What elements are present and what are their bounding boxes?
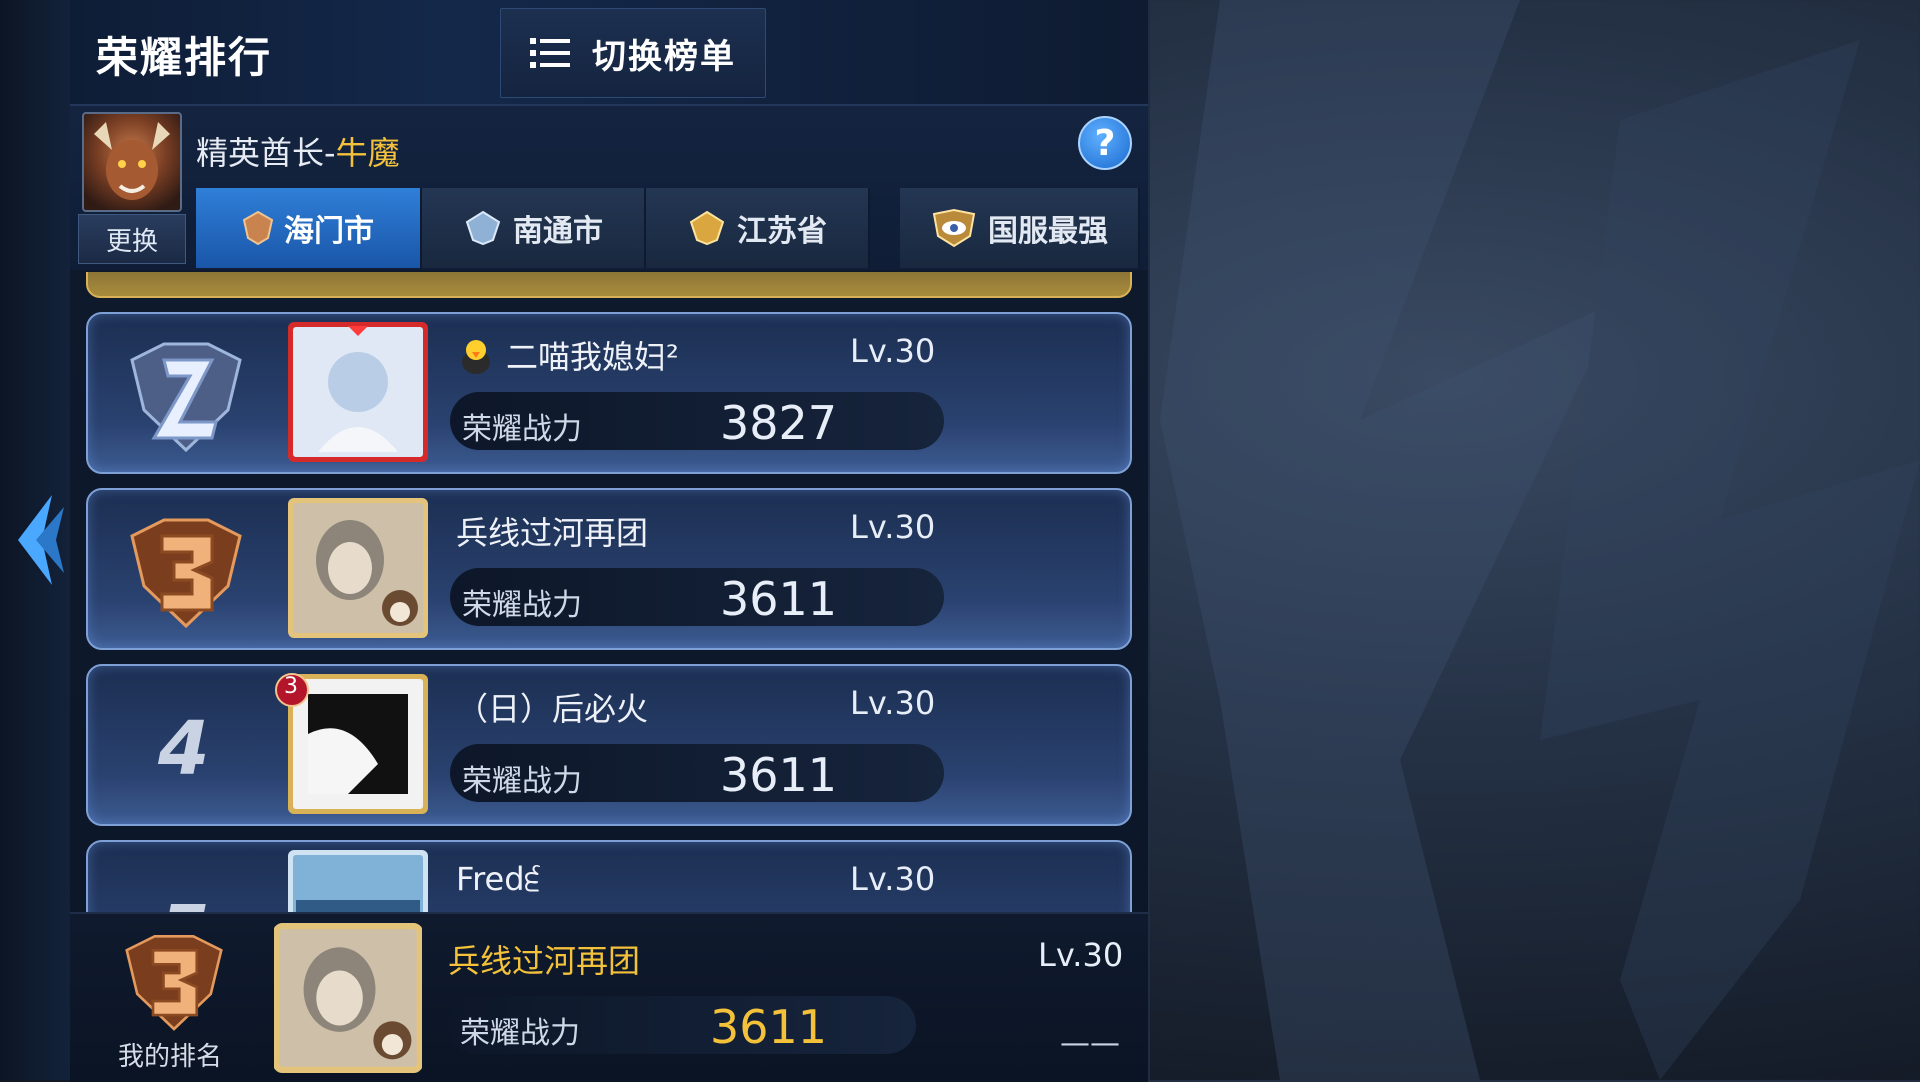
my-power-label: 荣耀战力: [460, 1016, 580, 1051]
top-bar: 荣耀排行 切换榜单: [70, 0, 1148, 106]
tab-district-label: 南通市: [513, 214, 603, 249]
player-level: Lv.30: [850, 508, 936, 546]
rank-change-indicator: ——: [1060, 1026, 1120, 1061]
my-rank-label: 我的排名: [118, 1042, 223, 1072]
rank-row[interactable]: 2 二喵我媳妇² Lv.30 荣耀战力 3827: [86, 312, 1132, 474]
rank-1-row-peek: [86, 272, 1132, 298]
rank-row[interactable]: 5 Fred੬ Lv.30: [86, 840, 1132, 912]
my-power-value: 3611: [710, 1000, 828, 1054]
hero-name: 牛魔: [335, 134, 400, 172]
player-level: Lv.30: [850, 684, 936, 722]
background-emblem: [1160, 0, 1920, 1080]
list-icon: [530, 38, 570, 68]
switch-board-label: 切换榜单: [592, 36, 736, 77]
my-rank-badge-icon: [125, 934, 223, 1031]
tab-national[interactable]: 国服最强: [900, 188, 1140, 268]
player-avatar[interactable]: [288, 322, 428, 462]
power-label: 荣耀战力: [462, 764, 582, 799]
player-name: 兵线过河再团: [456, 514, 649, 552]
tab-district[interactable]: 南通市: [422, 188, 646, 268]
my-player-name: 兵线过河再团: [448, 942, 641, 980]
power-pill: 荣耀战力 3611: [450, 744, 944, 802]
eye-crest-icon: [932, 208, 976, 248]
hero-header: 更换 精英酋长-牛魔 ? 海门市 南通市 江苏省 国服最强: [70, 106, 1148, 270]
power-value: 3827: [720, 396, 838, 450]
page-title: 荣耀排行: [96, 33, 273, 82]
silver-shield-icon: [465, 210, 501, 246]
player-name: Fred੬: [456, 860, 541, 898]
my-player-level: Lv.30: [1038, 936, 1124, 974]
gold-shield-icon: [689, 210, 725, 246]
player-name: 二喵我媳妇²: [506, 338, 679, 376]
power-value: 3611: [720, 748, 838, 802]
help-button[interactable]: ?: [1078, 116, 1132, 170]
my-rank-bar: 3 我的排名 兵线过河再团 Lv.30 荣耀战力 3611 ——: [70, 912, 1148, 1082]
bronze-shield-icon: [242, 210, 274, 246]
hero-portrait-icon: [94, 122, 170, 200]
hero-avatar[interactable]: [82, 112, 182, 212]
back-arrow-icon[interactable]: [8, 485, 64, 595]
tab-city[interactable]: 海门市: [196, 188, 422, 268]
power-label: 荣耀战力: [462, 412, 582, 447]
chick-emblem-icon: [462, 340, 490, 374]
leaderboard-panel: 荣耀排行 切换榜单 更换 精英酋长-牛魔 ? 海门市 南通市 江苏省 国服最强 …: [70, 0, 1150, 1082]
player-name: （日）后必火: [456, 690, 649, 728]
power-pill: 荣耀战力 3611: [450, 568, 944, 626]
player-level: Lv.30: [850, 332, 936, 370]
avatar-badge-count: 3: [284, 674, 298, 699]
player-level: Lv.30: [850, 860, 936, 898]
my-avatar[interactable]: [274, 922, 422, 1074]
rank-number: 5: [158, 890, 210, 912]
tab-province-label: 江苏省: [737, 214, 827, 249]
tab-city-label: 海门市: [284, 214, 374, 249]
hero-rank-title: 精英酋长-牛魔: [196, 128, 400, 174]
hero-title-prefix: 精英酋长-: [196, 134, 336, 172]
change-hero-button[interactable]: 更换: [78, 214, 186, 264]
my-power-pill: 荣耀战力 3611: [448, 996, 916, 1054]
power-label: 荣耀战力: [462, 588, 582, 623]
rank-list[interactable]: 2 二喵我媳妇² Lv.30 荣耀战力 3827 3: [70, 272, 1148, 912]
rank-3-badge-icon: [130, 518, 242, 629]
player-avatar[interactable]: [288, 850, 428, 912]
player-avatar[interactable]: [288, 498, 428, 638]
power-pill: 荣耀战力 3827: [450, 392, 944, 450]
tab-province[interactable]: 江苏省: [646, 188, 870, 268]
switch-board-button[interactable]: 切换榜单: [500, 8, 766, 98]
tab-national-label: 国服最强: [988, 214, 1108, 249]
rank-row[interactable]: 4 3 （日）后必火 Lv.30 荣耀战力 3611: [86, 664, 1132, 826]
rank-number: 4: [158, 706, 210, 792]
rank-2-badge-icon: [130, 342, 242, 453]
rank-row[interactable]: 3 兵线过河再团 Lv.30 荣耀战力 3611: [86, 488, 1132, 650]
power-value: 3611: [720, 572, 838, 626]
